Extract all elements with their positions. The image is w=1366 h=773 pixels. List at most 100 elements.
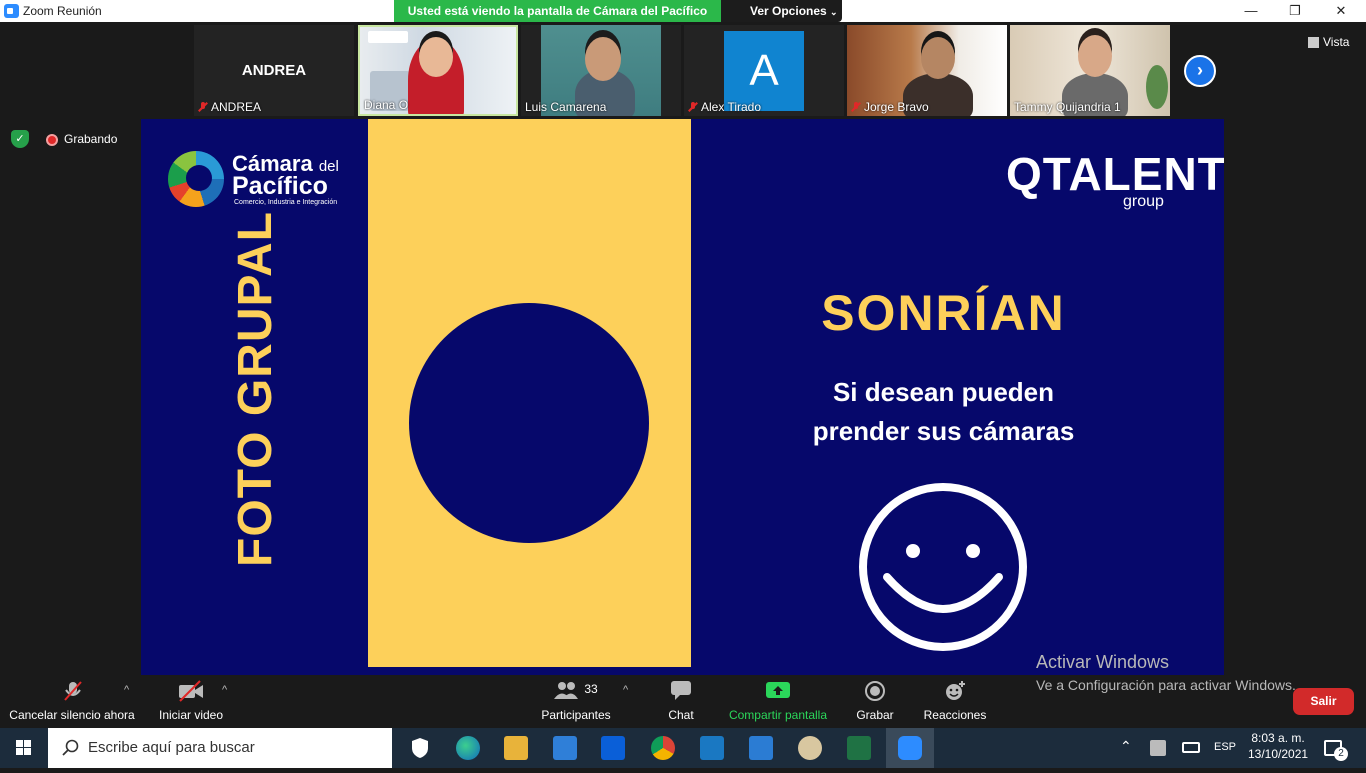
- share-screen-button[interactable]: Compartir pantalla: [726, 680, 830, 722]
- view-options-label: Ver Opciones: [750, 4, 827, 18]
- security-icon[interactable]: [408, 736, 432, 760]
- participants-icon-row: 33: [546, 680, 606, 702]
- view-label: Vista: [1323, 35, 1350, 49]
- participant-tile-luis[interactable]: Luis Camarena: [521, 25, 681, 116]
- reactions-button[interactable]: Reacciones: [922, 680, 988, 722]
- person-face: [419, 37, 453, 77]
- person-face: [1078, 35, 1112, 77]
- leave-meeting-button[interactable]: Salir: [1293, 688, 1354, 715]
- record-icon: [864, 680, 886, 702]
- zoom-taskbar-button[interactable]: [886, 728, 934, 768]
- share-screen-icon: [765, 680, 791, 702]
- participant-name: Jorge Bravo: [864, 100, 929, 114]
- record-button[interactable]: Grabar: [852, 680, 898, 722]
- window-title: Zoom Reunión: [23, 4, 102, 18]
- logo-sign: [368, 31, 408, 43]
- grid-icon: [1308, 36, 1319, 48]
- store-icon[interactable]: [553, 736, 577, 760]
- language-indicator[interactable]: ESP: [1214, 741, 1236, 753]
- zoom-app-icon: [4, 4, 19, 18]
- activation-watermark-text: Ve a Configuración para activar Windows.: [1036, 677, 1296, 693]
- minimize-button[interactable]: —: [1228, 0, 1274, 22]
- clock-time: 8:03 a. m.: [1251, 731, 1305, 745]
- chrome-icon[interactable]: [651, 736, 675, 760]
- shared-screen: FOTO GRUPAL Cámara del Pacífico Comercio…: [141, 119, 1224, 675]
- participant-tile-jorge[interactable]: Jorge Bravo: [847, 25, 1007, 116]
- participant-label: Tammy Quijandria 1: [1014, 100, 1121, 114]
- chevron-down-icon: ⌄: [830, 7, 838, 17]
- chat-button[interactable]: Chat: [660, 680, 702, 722]
- excel-icon[interactable]: [847, 736, 871, 760]
- participant-tile-tammy[interactable]: Tammy Quijandria 1: [1010, 25, 1170, 116]
- participant-tile-diana[interactable]: Diana O: [358, 25, 518, 116]
- taskbar: Escribe aquí para buscar ⌃ ESP 8:03 a. m…: [0, 728, 1366, 768]
- recording-icon: [46, 134, 58, 146]
- close-button[interactable]: ✕: [1318, 0, 1364, 22]
- recording-label: Grabando: [64, 132, 118, 146]
- next-page-button[interactable]: ›: [1184, 55, 1216, 87]
- qtalent-main: QTALENT: [1006, 148, 1224, 200]
- vertical-title: FOTO GRUPAL: [229, 211, 282, 567]
- participants-options-caret[interactable]: ^: [623, 684, 628, 696]
- outlook-icon[interactable]: [700, 736, 724, 760]
- view-button[interactable]: Vista: [1308, 35, 1349, 49]
- maximize-button[interactable]: ❐: [1272, 0, 1318, 22]
- participant-name: Tammy Quijandria 1: [1014, 100, 1121, 114]
- start-button[interactable]: [0, 728, 48, 768]
- participant-tile-andrea[interactable]: ANDREA ANDREA: [194, 25, 354, 116]
- notifications-count-badge: 2: [1334, 747, 1348, 761]
- participants-button[interactable]: 33 Participantes: [540, 680, 612, 722]
- participant-display-name: ANDREA: [241, 62, 307, 79]
- participants-label: Participantes: [541, 708, 611, 722]
- avatar: A: [724, 31, 804, 111]
- logo-line2: Pacífico: [232, 172, 328, 200]
- activation-watermark-title: Activar Windows: [1036, 652, 1170, 672]
- paint-icon[interactable]: [798, 736, 822, 760]
- unmute-button[interactable]: Cancelar silencio ahora: [8, 680, 136, 722]
- mic-muted-icon: [62, 680, 82, 702]
- view-options-button[interactable]: Ver Opciones ⌄: [721, 0, 842, 22]
- plant: [1146, 65, 1168, 109]
- start-video-button[interactable]: Iniciar video: [156, 680, 226, 722]
- chevron-right-icon: ›: [1197, 60, 1203, 80]
- headline: SONRÍAN: [821, 285, 1066, 341]
- qtalent-sub: group: [1123, 193, 1164, 210]
- video-off-icon: [178, 680, 204, 702]
- zoom-icon: [898, 736, 922, 760]
- mic-muted-icon: [851, 102, 861, 112]
- mail-icon[interactable]: [749, 736, 773, 760]
- participant-name: Diana O: [364, 98, 409, 112]
- reactions-icon: [944, 680, 966, 702]
- start-video-label: Iniciar video: [158, 708, 224, 722]
- navy-circle: [409, 303, 649, 543]
- clock[interactable]: 8:03 a. m. 13/10/2021: [1248, 730, 1308, 762]
- person-face: [921, 37, 955, 79]
- globe-logo-icon: [168, 151, 224, 207]
- logo-line3: Comercio, Industria e Integración: [234, 199, 338, 206]
- share-screen-label: Compartir pantalla: [728, 708, 828, 722]
- mic-muted-icon: [688, 102, 698, 112]
- reactions-label: Reacciones: [923, 708, 987, 722]
- security-shield-icon[interactable]: ✓: [11, 130, 29, 148]
- file-explorer-icon[interactable]: [504, 736, 528, 760]
- title-bar: Zoom Reunión Usted está viendo la pantal…: [0, 0, 1366, 22]
- dropbox-tray-icon[interactable]: [1150, 740, 1166, 756]
- participant-label: Diana O: [364, 98, 408, 112]
- chat-label: Chat: [668, 708, 694, 722]
- windows-logo-icon: [16, 740, 31, 755]
- edge-browser-icon[interactable]: [456, 736, 480, 760]
- battery-icon[interactable]: [1182, 742, 1200, 753]
- audio-options-caret[interactable]: ^: [124, 684, 129, 696]
- participant-tile-alex[interactable]: A Alex Tirado: [684, 25, 844, 116]
- mic-muted-icon: [198, 102, 208, 112]
- participant-label: Luis Camarena: [525, 100, 606, 114]
- tray-expand-icon[interactable]: ⌃: [1120, 738, 1132, 755]
- subline-2: prender sus cámaras: [812, 416, 1075, 446]
- clock-date: 13/10/2021: [1248, 747, 1309, 761]
- video-options-caret[interactable]: ^: [222, 684, 227, 696]
- participants-count: 33: [584, 682, 598, 696]
- taskbar-search[interactable]: Escribe aquí para buscar: [48, 728, 392, 768]
- participant-label: ANDREA: [198, 100, 261, 114]
- dropbox-icon[interactable]: [601, 736, 625, 760]
- chat-icon: [670, 680, 692, 702]
